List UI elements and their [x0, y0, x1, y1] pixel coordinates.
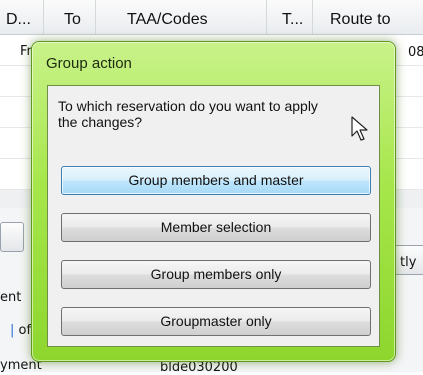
column-header-taa-codes[interactable]: TAA/Codes: [97, 0, 267, 34]
group-members-and-master-button[interactable]: Group members and master: [61, 166, 371, 195]
dialog-title: Group action: [46, 55, 132, 72]
column-header-route-to[interactable]: Route to: [314, 0, 423, 34]
dialog-question: To which reservation do you want to appl…: [58, 98, 318, 130]
column-header-d[interactable]: D...: [0, 0, 44, 34]
group-members-only-button[interactable]: Group members only: [61, 260, 371, 289]
bottom-code: blde030200: [160, 360, 238, 375]
side-button[interactable]: [0, 222, 24, 252]
dialog-body: To which reservation do you want to appl…: [47, 85, 380, 347]
mouse-pointer-icon: [351, 116, 368, 141]
group-action-dialog: Group action To which reservation do you…: [31, 41, 396, 362]
column-header-t[interactable]: T...: [268, 0, 313, 34]
column-header-row: D... To TAA/Codes T... Route to: [0, 0, 423, 35]
side-label-ent: ent: [0, 290, 22, 305]
row-cell-route: 08: [408, 45, 423, 60]
side-label-of: | of: [10, 323, 32, 338]
member-selection-button[interactable]: Member selection: [61, 213, 371, 242]
column-header-to[interactable]: To: [44, 0, 96, 34]
right-label-fragment: tly: [400, 255, 417, 270]
groupmaster-only-button[interactable]: Groupmaster only: [61, 307, 371, 336]
